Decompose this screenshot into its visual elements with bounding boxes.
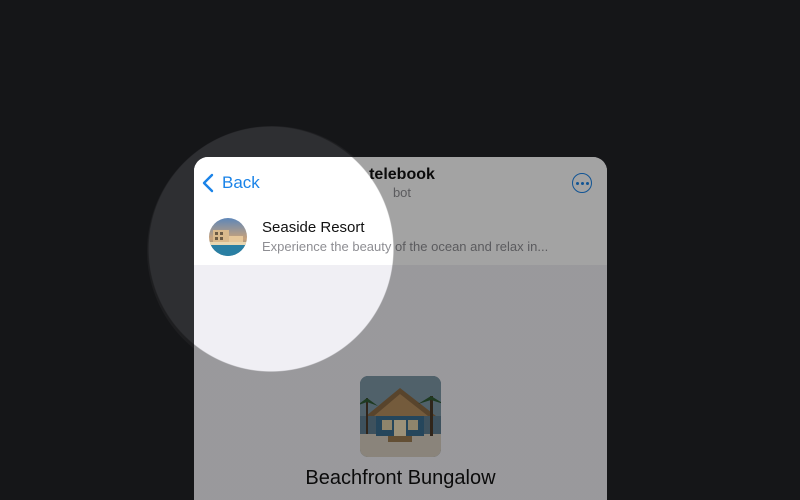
header-bar: Back telebook bot Seaside Resort Experie…	[194, 157, 607, 265]
list-item-seaside-resort[interactable]: Seaside Resort Experience the beauty of …	[194, 215, 607, 261]
page-title: telebook	[369, 166, 435, 183]
page-subtitle: bot	[392, 185, 412, 200]
back-button[interactable]: Back	[202, 171, 260, 195]
ellipsis-dot	[585, 181, 589, 185]
product-title: Beachfront Bungalow	[305, 467, 496, 489]
chevron-left-icon	[202, 173, 214, 193]
item-title: Seaside Resort	[262, 219, 365, 236]
product-panel: Beachfront Bungalow	[194, 265, 607, 500]
product-image	[360, 376, 441, 457]
bungalow-photo	[360, 376, 441, 457]
more-options-button[interactable]	[572, 173, 592, 193]
bot-window: Back telebook bot Seaside Resort Experie…	[194, 157, 607, 500]
item-description: Experience the beauty of the ocean and r…	[262, 239, 549, 254]
ellipsis-circle-icon	[575, 181, 579, 185]
resort-photo	[209, 218, 247, 256]
ellipsis-dot	[580, 181, 584, 185]
back-label: Back	[222, 173, 260, 192]
avatar	[209, 218, 247, 256]
header-title-block: telebook bot	[314, 165, 490, 201]
tutorial-stage: Back telebook bot Seaside Resort Experie…	[0, 0, 800, 500]
